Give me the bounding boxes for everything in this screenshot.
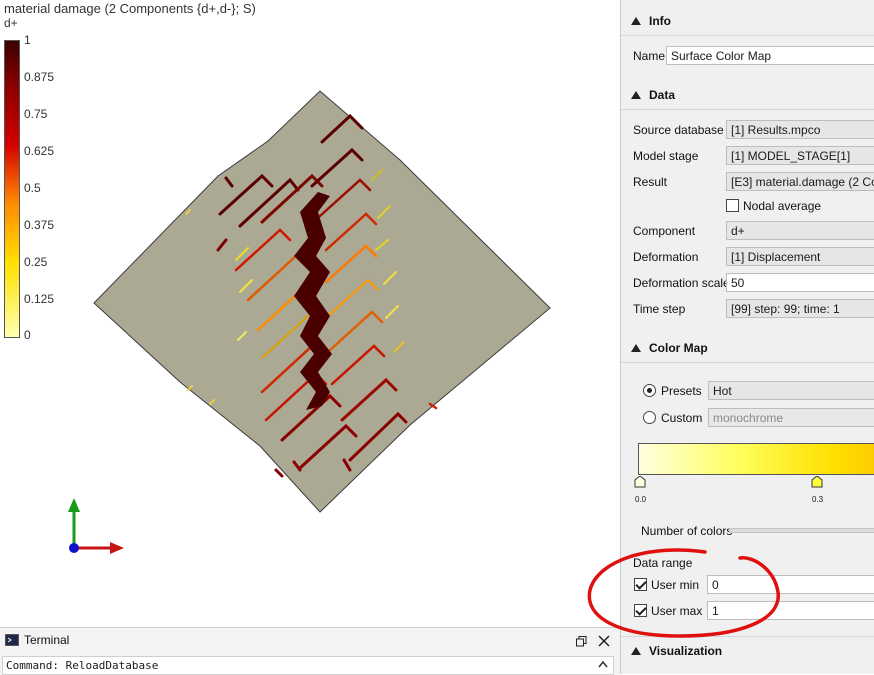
presets-select[interactable]: Hot xyxy=(708,381,874,400)
terminal-title: Terminal xyxy=(24,633,70,647)
float-icon[interactable] xyxy=(576,636,587,647)
deformation-scale-input[interactable]: 50 xyxy=(726,273,874,292)
deformed-mesh xyxy=(68,90,551,554)
section-data-title: Data xyxy=(649,88,676,102)
source-database-select[interactable]: [1] Results.mpco xyxy=(726,120,874,139)
terminal-icon xyxy=(5,634,19,646)
source-database-label: Source database xyxy=(633,123,724,137)
user-max-value: 1 xyxy=(712,604,719,618)
divider xyxy=(621,636,874,637)
color-stop-handle-icon[interactable] xyxy=(634,476,646,488)
terminal-panel: Terminal Command: ReloadDatabase xyxy=(0,627,620,675)
time-step-value: [99] step: 99; time: 1 xyxy=(731,302,840,316)
user-min-value: 0 xyxy=(712,578,719,592)
custom-select[interactable]: monochrome xyxy=(708,408,874,427)
collapse-triangle-icon xyxy=(631,91,641,99)
deformation-scale-label: Deformation scale xyxy=(633,276,730,290)
presets-radio[interactable] xyxy=(643,384,656,397)
user-min-checkbox[interactable] xyxy=(634,578,647,591)
deformation-label: Deformation xyxy=(633,250,699,264)
colormap-preview[interactable] xyxy=(638,443,874,475)
component-label: Component xyxy=(633,224,696,238)
time-step-select[interactable]: [99] step: 99; time: 1 xyxy=(726,299,874,318)
divider xyxy=(621,362,874,363)
number-of-colors-label: Number of colors xyxy=(641,524,733,538)
section-info-header[interactable]: Info xyxy=(621,8,874,34)
section-visualization-title: Visualization xyxy=(649,644,723,658)
terminal-command-line: Command: ReloadDatabase xyxy=(6,659,159,672)
result-value: [E3] material.damage (2 Comp xyxy=(731,175,874,189)
result-label: Result xyxy=(633,175,668,189)
collapse-triangle-icon xyxy=(631,344,641,352)
collapse-triangle-icon xyxy=(631,647,641,655)
axis-gizmo xyxy=(68,498,124,554)
deformation-scale-value: 50 xyxy=(731,276,745,290)
custom-radio[interactable] xyxy=(643,411,656,424)
nodal-average-label: Nodal average xyxy=(743,199,822,213)
component-value: d+ xyxy=(731,224,745,238)
custom-value: monochrome xyxy=(713,411,784,425)
name-label: Name xyxy=(633,49,666,63)
custom-label: Custom xyxy=(661,411,703,425)
divider xyxy=(621,109,874,110)
properties-panel: Info Name Surface Color Map Data Source … xyxy=(620,0,874,674)
user-min-input[interactable]: 0 xyxy=(707,575,874,594)
deformation-select[interactable]: [1] Displacement xyxy=(726,247,874,266)
user-max-input[interactable]: 1 xyxy=(707,601,874,620)
source-database-value: [1] Results.mpco xyxy=(731,123,821,137)
terminal-header: Terminal xyxy=(0,628,620,654)
result-select[interactable]: [E3] material.damage (2 Comp xyxy=(726,172,874,191)
color-stop-handle-icon[interactable] xyxy=(811,476,823,488)
data-range-label: Data range xyxy=(633,556,693,570)
component-select[interactable]: d+ xyxy=(726,221,874,240)
model-stage-value: [1] MODEL_STAGE[1] xyxy=(731,149,851,163)
divider xyxy=(621,35,874,36)
color-stop-label: 0.3 xyxy=(812,495,824,504)
nodal-average-checkbox[interactable] xyxy=(726,199,739,212)
section-data-header[interactable]: Data xyxy=(621,82,874,108)
section-info-title: Info xyxy=(649,14,671,28)
time-step-label: Time step xyxy=(633,302,686,316)
section-colormap-header[interactable]: Color Map xyxy=(621,335,874,361)
name-input[interactable]: Surface Color Map xyxy=(666,46,874,65)
name-input-value: Surface Color Map xyxy=(671,49,772,63)
number-of-colors-slider[interactable] xyxy=(729,528,874,533)
3d-viewport[interactable]: material damage (2 Components {d+,d-}; S… xyxy=(0,0,620,627)
user-max-label: User max xyxy=(651,604,703,618)
terminal-output[interactable]: Command: ReloadDatabase xyxy=(2,656,614,675)
presets-value: Hot xyxy=(713,384,732,398)
deformation-value: [1] Displacement xyxy=(731,250,821,264)
presets-label: Presets xyxy=(661,384,702,398)
close-icon[interactable] xyxy=(598,635,610,647)
model-stage-select[interactable]: [1] MODEL_STAGE[1] xyxy=(726,146,874,165)
user-min-label: User min xyxy=(651,578,700,592)
model-stage-label: Model stage xyxy=(633,149,699,163)
color-stop-label: 0.0 xyxy=(635,495,647,504)
section-visualization-header[interactable]: Visualization xyxy=(621,638,874,664)
section-colormap-title: Color Map xyxy=(649,341,708,355)
collapse-triangle-icon xyxy=(631,17,641,25)
user-max-checkbox[interactable] xyxy=(634,604,647,617)
scroll-up-icon[interactable] xyxy=(598,660,608,668)
